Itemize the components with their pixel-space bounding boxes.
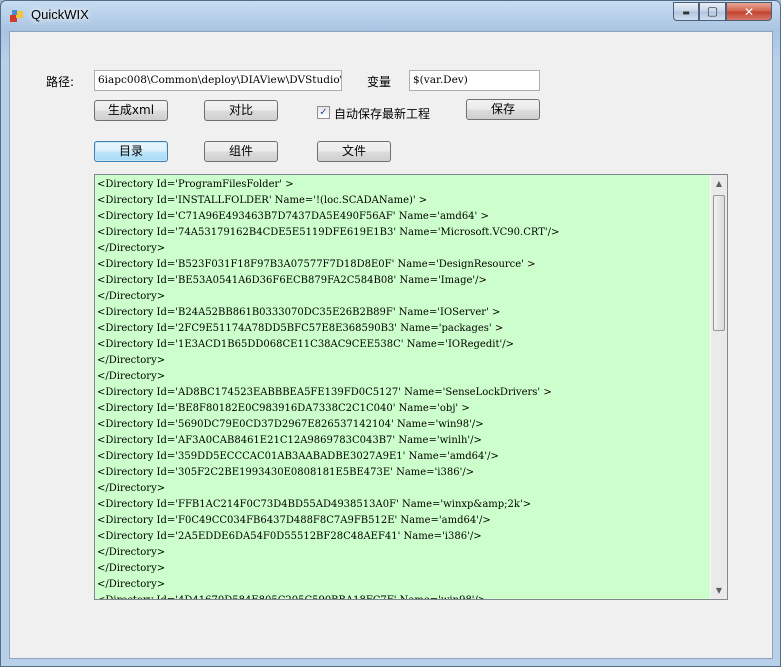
vertical-scrollbar[interactable]: ▲ ▼ xyxy=(710,175,727,599)
maximize-button[interactable]: ▢ xyxy=(699,2,726,21)
minimize-button[interactable]: ▬ xyxy=(673,2,699,21)
xml-line: <Directory Id='INSTALLFOLDER' Name='!(lo… xyxy=(97,195,428,206)
xml-line: <Directory Id='5690DC79E0CD37D2967E82653… xyxy=(97,419,484,430)
xml-output-textarea[interactable]: <Directory Id='ProgramFilesFolder' > <Dir… xyxy=(94,174,728,600)
scroll-down-icon[interactable]: ▼ xyxy=(711,582,727,599)
app-window: QuickWIX ▬ ▢ ✕ 路径: 6iapc008\Common\deplo… xyxy=(0,0,781,667)
title-bar[interactable]: QuickWIX ▬ ▢ ✕ xyxy=(1,1,780,29)
xml-line: </Directory> xyxy=(97,547,166,558)
autosave-label[interactable]: 自动保存最新工程 xyxy=(334,105,430,122)
generate-xml-button[interactable]: 生成xml xyxy=(94,100,168,121)
path-input[interactable]: 6iapc008\Common\deploy\DIAView\DVStudio\ xyxy=(94,70,342,91)
xml-line: <Directory Id='F0C49CC034FB6437D488F8C7A… xyxy=(97,515,491,526)
app-icon xyxy=(10,10,23,22)
xml-line: <Directory Id='2FC9E51174A78DD5BFC57E8E3… xyxy=(97,323,504,334)
xml-line: <Directory Id='305F2C2BE1993430E0808181E… xyxy=(97,467,475,478)
xml-line: </Directory> xyxy=(97,483,166,494)
xml-line: <Directory Id='4D41670D584E805C205C590BB… xyxy=(97,593,705,599)
xml-line: <Directory Id='74A53179162B4CDE5E5119DFE… xyxy=(97,227,560,238)
xml-line: <Directory Id='AF3A0CAB8461E21C12A986978… xyxy=(97,435,482,446)
autosave-checkbox[interactable]: ✓ xyxy=(317,106,330,119)
xml-line: </Directory> xyxy=(97,371,166,382)
xml-line: </Directory> xyxy=(97,355,166,366)
xml-line: <Directory Id='BE53A0541A6D36F6ECB879FA2… xyxy=(97,275,487,286)
window-title: QuickWIX xyxy=(31,7,89,22)
path-label: 路径: xyxy=(46,75,75,89)
xml-line: <Directory Id='ProgramFilesFolder' > xyxy=(97,179,294,190)
xml-line: <Directory Id='1E3ACD1B65DD068CE11C38AC9… xyxy=(97,339,514,350)
scroll-thumb[interactable] xyxy=(713,195,725,331)
save-button[interactable]: 保存 xyxy=(466,99,540,120)
xml-line: </Directory> xyxy=(97,563,166,574)
xml-line: </Directory> xyxy=(97,243,166,254)
xml-line: <Directory Id='FFB1AC214F0C73D4BD55AD493… xyxy=(97,499,532,510)
xml-line: <Directory Id='359DD5ECCCAC01AB3AABADBE3… xyxy=(97,451,499,462)
xml-line: <Directory Id='AD8BC174523EABBBEA5FE139F… xyxy=(97,387,552,398)
xml-lines: <Directory Id='ProgramFilesFolder' > <Dir… xyxy=(97,177,705,599)
xml-line: </Directory> xyxy=(97,291,166,302)
xml-line: <Directory Id='C71A96E493463B7D7437DA5E4… xyxy=(97,211,489,222)
xml-line: </Directory> xyxy=(97,579,166,590)
xml-line: <Directory Id='BE8F80182E0C983916DA7338C… xyxy=(97,403,470,414)
component-button[interactable]: 组件 xyxy=(204,141,278,162)
scroll-up-icon[interactable]: ▲ xyxy=(711,175,727,192)
xml-line: <Directory Id='2A5EDDE6DA54F0D55512BF28C… xyxy=(97,531,482,542)
xml-line: <Directory Id='B523F031F18F97B3A07577F7D… xyxy=(97,259,536,270)
variable-label: 变量 xyxy=(367,75,392,89)
compare-button[interactable]: 对比 xyxy=(204,100,278,121)
xml-line: <Directory Id='B24A52BB861B0333070DC35E2… xyxy=(97,307,501,318)
client-area: 路径: 6iapc008\Common\deploy\DIAView\DVStu… xyxy=(9,31,773,659)
file-button[interactable]: 文件 xyxy=(317,141,391,162)
variable-input[interactable]: $(var.Dev) xyxy=(409,70,540,91)
close-button[interactable]: ✕ xyxy=(726,2,772,21)
directory-button[interactable]: 目录 xyxy=(94,141,168,162)
